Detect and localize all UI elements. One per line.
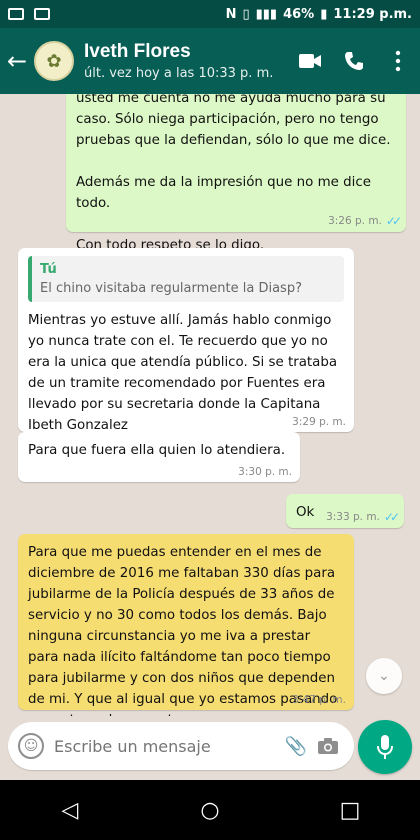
message-composer: ☺ 📎 (8, 722, 354, 770)
quoted-message[interactable]: Tú El chino visitaba regularmente la Dia… (28, 256, 344, 302)
status-left (8, 8, 50, 20)
triangle-back-icon: ◁ (61, 797, 79, 823)
status-right: N ▯ ▮▮▮ 46% ▮ 11:29 p.m. (226, 7, 412, 22)
camera-icon (318, 738, 338, 754)
last-seen-status: últ. vez hoy a las 10:33 p. m. (84, 66, 274, 81)
navigation-bar: ◁ ○ □ (0, 780, 420, 840)
contact-name: Iveth Flores (84, 41, 191, 62)
message-meta: 3:26 p. m. ✓✓ (328, 214, 402, 228)
message-input[interactable] (54, 736, 280, 756)
message-time: 3:29 p. m. (292, 416, 346, 428)
video-camera-icon (299, 54, 321, 68)
camera-button[interactable] (312, 730, 344, 762)
chevrons-down-icon: ⌄ (378, 668, 390, 684)
voice-call-button[interactable] (332, 28, 376, 94)
arrow-left-icon: ← (6, 47, 28, 75)
microphone-icon (377, 735, 393, 759)
clock-time: 11:29 p.m. (333, 6, 412, 22)
chat-area[interactable]: usted me cuenta no me ayuda mucho para s… (0, 94, 420, 716)
quote-text: El chino visitaba regularmente la Diasp? (40, 281, 302, 296)
quote-author: Tú (40, 262, 57, 277)
vibrate-icon: ▯ (242, 6, 250, 22)
message-meta: 3:47 p. m. (292, 694, 346, 706)
message-time: 3:47 p. m. (292, 694, 346, 706)
message-time: 3:30 p. m. (238, 466, 292, 478)
nav-back-button[interactable]: ◁ (40, 780, 100, 840)
paperclip-icon: 📎 (284, 735, 308, 757)
emoji-button[interactable]: ☺ (18, 733, 44, 759)
message-bubble[interactable]: usted me cuenta no me ayuda mucho para s… (66, 94, 406, 253)
attach-button[interactable]: 📎 (280, 730, 312, 762)
more-vert-icon (395, 50, 401, 72)
message-meta: 3:33 p. m. ✓✓ (326, 510, 400, 524)
message-meta: 3:29 p. m. (292, 416, 346, 428)
square-recents-icon: □ (339, 797, 361, 823)
more-options-button[interactable] (376, 28, 420, 94)
back-button[interactable]: ← (0, 28, 34, 94)
signal-icon: ▮▮▮ (255, 6, 278, 22)
status-bar: N ▯ ▮▮▮ 46% ▮ 11:29 p.m. (0, 0, 420, 28)
message-bubble[interactable]: Para que fuera ella quien lo atendiera. … (18, 432, 300, 482)
video-call-button[interactable] (288, 28, 332, 94)
message-text: Para que me puedas entender en el mes de… (28, 545, 338, 716)
battery-text: 46% (283, 6, 315, 22)
message-text: Para que fuera ella quien lo atendiera. (28, 443, 286, 458)
message-bubble[interactable]: Tú El chino visitaba regularmente la Dia… (18, 248, 354, 433)
emoji-icon: ☺ (23, 738, 39, 754)
nav-home-button[interactable]: ○ (180, 780, 240, 840)
chat-header: ← ✿ Iveth Flores últ. vez hoy a las 10:3… (0, 28, 420, 94)
nav-recents-button[interactable]: □ (320, 780, 380, 840)
contact-info[interactable]: Iveth Flores últ. vez hoy a las 10:33 p.… (84, 41, 288, 81)
read-ticks-icon: ✓✓ (383, 510, 400, 524)
message-bubble[interactable]: Para que me puedas entender en el mes de… (18, 534, 354, 716)
nfc-icon: N (225, 6, 237, 22)
message-meta: 3:30 p. m. (238, 466, 292, 478)
message-time: 3:33 p. m. (326, 511, 380, 523)
image-icon (34, 8, 50, 20)
message-bubble[interactable]: Ok 3:33 p. m. ✓✓ (286, 494, 404, 528)
circle-home-icon: ○ (200, 797, 220, 823)
message-text: usted me cuenta no me ayuda mucho para s… (76, 94, 391, 253)
voicemail-icon (8, 8, 24, 20)
phone-icon (345, 52, 363, 70)
voice-message-button[interactable] (358, 720, 412, 774)
read-ticks-icon: ✓✓ (385, 214, 402, 228)
scroll-to-bottom-button[interactable]: ⌄ (366, 658, 402, 694)
avatar[interactable]: ✿ (34, 41, 74, 81)
battery-icon: ▮ (320, 6, 328, 22)
message-time: 3:26 p. m. (328, 215, 382, 227)
